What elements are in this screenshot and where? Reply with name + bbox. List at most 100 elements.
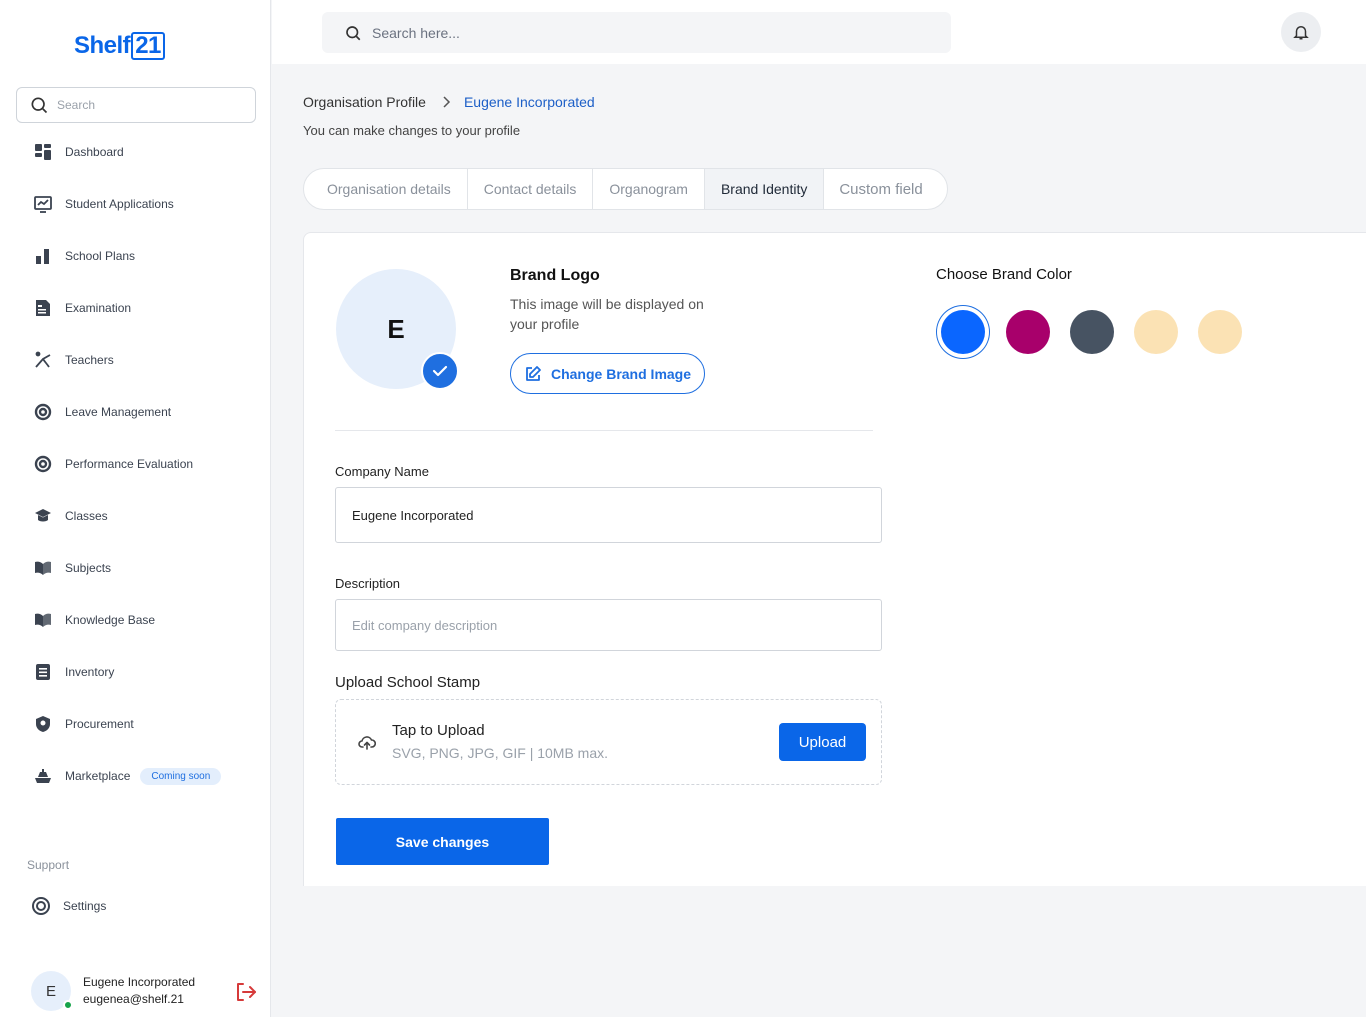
verified-badge (421, 352, 459, 390)
sidebar-item-label: Inventory (65, 665, 115, 679)
logo-box: 21 (131, 32, 165, 60)
sidebar-item-marketplace[interactable]: Marketplace Coming soon (0, 750, 271, 802)
tab-brand-identity[interactable]: Brand Identity (704, 169, 825, 209)
description-placeholder: Edit company description (352, 617, 498, 633)
check-icon (432, 365, 448, 377)
sidebar-item-label: Subjects (65, 561, 112, 575)
sidebar: Shelf 21 Search Dashboard Student Applic… (0, 0, 271, 1017)
sidebar-item-student-applications[interactable]: Student Applications (0, 178, 271, 230)
ship-icon (35, 769, 51, 783)
lifebuoy-icon (34, 403, 52, 421)
sidebar-item-label: Dashboard (65, 145, 124, 159)
brand-color-swatch[interactable] (941, 310, 985, 354)
global-search-input[interactable]: Search here... (322, 12, 951, 53)
sidebar-item-teachers[interactable]: Teachers (0, 334, 271, 386)
brand-logo-title: Brand Logo (510, 267, 600, 284)
dashboard-icon (35, 144, 51, 160)
online-status-dot (63, 1000, 73, 1010)
avatar: E (31, 971, 73, 1011)
tab-contact-details[interactable]: Contact details (468, 169, 594, 209)
sidebar-item-label: Performance Evaluation (65, 457, 194, 471)
sidebar-item-label: School Plans (65, 249, 136, 263)
tab-organogram[interactable]: Organogram (593, 169, 705, 209)
brand-color-swatch[interactable] (1006, 310, 1050, 354)
coming-soon-badge: Coming soon (140, 767, 222, 785)
sidebar-item-inventory[interactable]: Inventory (0, 646, 271, 698)
brand-logo-initial: E (387, 313, 405, 344)
sidebar-search-input[interactable]: Search (16, 87, 256, 123)
avatar-initial: E (45, 982, 56, 1000)
save-changes-button[interactable]: Save changes (336, 818, 549, 865)
company-name-value: Eugene Incorporated (352, 507, 474, 523)
upload-title: Tap to Upload (392, 722, 485, 739)
sidebar-item-label: Classes (65, 509, 108, 523)
school-stamp-dropzone[interactable]: Tap to Upload SVG, PNG, JPG, GIF | 10MB … (335, 699, 882, 785)
teacher-icon (35, 351, 51, 368)
sidebar-item-settings[interactable]: Settings (31, 896, 106, 916)
sidebar-nav: Dashboard Student Applications School Pl… (0, 126, 271, 802)
notifications-button[interactable] (1281, 12, 1321, 52)
sidebar-item-leave-management[interactable]: Leave Management (0, 386, 271, 438)
brand-logo-description: This image will be displayed on your pro… (510, 296, 704, 332)
sidebar-item-classes[interactable]: Classes (0, 490, 271, 542)
tab-custom-field[interactable]: Custom field (824, 169, 946, 209)
sidebar-item-school-plans[interactable]: School Plans (0, 230, 271, 282)
support-heading: Support (27, 858, 70, 872)
graduation-icon (35, 509, 51, 522)
profile-tabs: Organisation details Contact details Org… (303, 168, 948, 210)
upload-button[interactable]: Upload (779, 723, 866, 761)
lifebuoy-icon (34, 455, 52, 473)
description-input[interactable]: Edit company description (335, 599, 882, 651)
global-search-placeholder: Search here... (372, 24, 460, 41)
page-subtitle: You can make changes to your profile (303, 123, 521, 138)
description-label: Description (335, 576, 401, 591)
sidebar-item-label: Examination (65, 301, 132, 315)
sidebar-item-label: Settings (63, 899, 107, 913)
topbar: Search here... (272, 0, 1366, 64)
search-icon (346, 25, 361, 40)
book-icon (35, 561, 51, 575)
change-brand-image-button[interactable]: Change Brand Image (510, 353, 705, 394)
breadcrumb: Organisation Profile Eugene Incorporated (303, 94, 595, 110)
breadcrumb-current: Eugene Incorporated (463, 94, 595, 110)
school-stamp-label: Upload School Stamp (335, 674, 481, 691)
sidebar-item-label: Marketplace (65, 769, 131, 783)
search-icon (31, 97, 48, 114)
bell-icon (1293, 26, 1309, 40)
sidebar-item-label: Knowledge Base (65, 613, 156, 627)
sidebar-item-subjects[interactable]: Subjects (0, 542, 271, 594)
brand-color-swatch[interactable] (1070, 310, 1114, 354)
company-name-label: Company Name (335, 464, 429, 479)
user-email: eugenea@shelf.21 (83, 992, 184, 1006)
sidebar-item-procurement[interactable]: Procurement (0, 698, 271, 750)
brand-color-swatch[interactable] (1198, 310, 1242, 354)
book-icon (35, 613, 51, 627)
breadcrumb-parent[interactable]: Organisation Profile (303, 94, 426, 110)
brand-color-swatch[interactable] (1134, 310, 1178, 354)
tab-organisation-details[interactable]: Organisation details (304, 169, 468, 209)
sidebar-item-dashboard[interactable]: Dashboard (0, 126, 271, 178)
user-info: Eugene Incorporated eugenea@shelf.21 (83, 974, 195, 1008)
sidebar-search-placeholder: Search (57, 98, 96, 112)
cloud-upload-icon (358, 736, 376, 750)
company-name-input[interactable]: Eugene Incorporated (335, 487, 882, 543)
brand-identity-card: E Brand Logo This image will be displaye… (303, 232, 1366, 886)
sidebar-item-performance-evaluation[interactable]: Performance Evaluation (0, 438, 271, 490)
user-profile[interactable]: E Eugene Incorporated eugenea@shelf.21 (31, 971, 195, 1011)
user-name: Eugene Incorporated (83, 975, 196, 989)
sidebar-item-label: Student Applications (65, 197, 174, 211)
logo-text: Shelf (74, 32, 131, 59)
shield-icon (36, 716, 50, 732)
brand-color-title: Choose Brand Color (936, 266, 1072, 283)
sidebar-item-knowledge-base[interactable]: Knowledge Base (0, 594, 271, 646)
sidebar-item-label: Leave Management (65, 405, 172, 419)
sidebar-item-examination[interactable]: Examination (0, 282, 271, 334)
exam-icon (36, 300, 50, 316)
upload-hint: SVG, PNG, JPG, GIF | 10MB max. (392, 745, 609, 761)
app-logo[interactable]: Shelf 21 (74, 32, 165, 60)
section-divider (335, 430, 873, 431)
chevron-right-icon (443, 96, 451, 108)
logout-icon[interactable] (235, 982, 257, 1002)
change-brand-image-label: Change Brand Image (550, 365, 692, 382)
sidebar-item-label: Procurement (65, 717, 134, 731)
